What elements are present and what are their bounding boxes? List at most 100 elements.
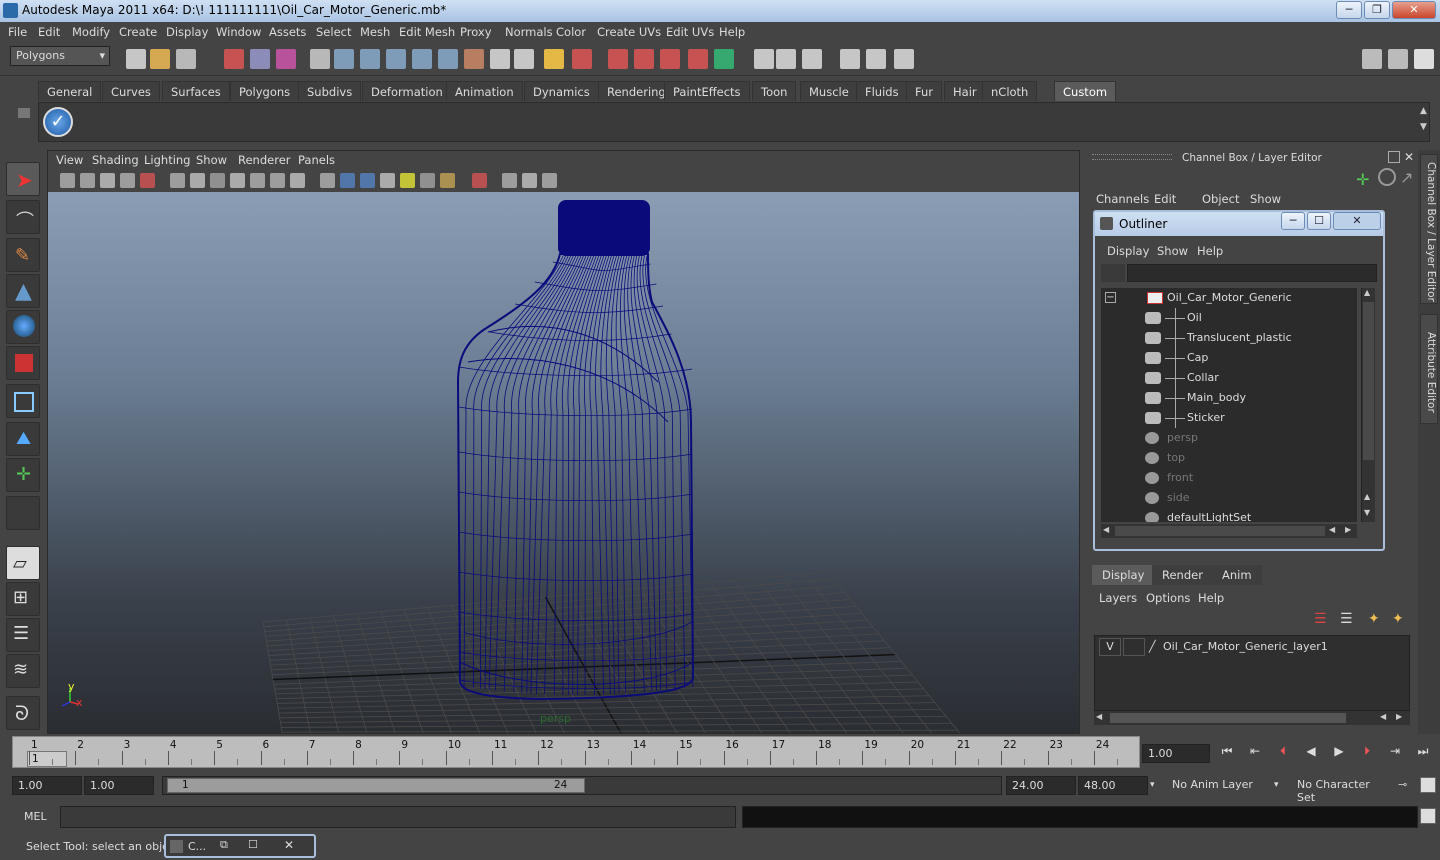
attributes-icon[interactable] — [840, 49, 860, 69]
render-icon[interactable] — [608, 49, 628, 69]
filter-icon[interactable] — [310, 49, 330, 69]
outliner-item[interactable]: persp — [1101, 428, 1357, 448]
scale-tool[interactable] — [6, 346, 40, 380]
play-backwards-button[interactable]: ◀ — [1302, 744, 1320, 762]
command-input[interactable] — [60, 806, 736, 828]
current-frame-marker[interactable]: 1 — [27, 751, 67, 767]
smooth-shade-icon[interactable] — [340, 173, 355, 188]
snap-grid-icon[interactable] — [334, 49, 354, 69]
range-slider[interactable]: 1 24 — [162, 776, 1002, 795]
go-to-end-button[interactable]: ⏭ — [1414, 744, 1432, 762]
menu-help[interactable]: Help — [719, 25, 745, 39]
viewport-menu-show[interactable]: Show — [196, 153, 227, 167]
tab-curves[interactable]: Curves — [102, 81, 160, 101]
outliner-horizontal-scrollbar[interactable]: ◀ ◀ ▶ — [1101, 524, 1357, 538]
make-live-icon[interactable] — [438, 49, 458, 69]
layer-row[interactable]: V ╱ Oil_Car_Motor_Generic_layer1 — [1095, 638, 1409, 656]
outliner-item[interactable]: − Oil_Car_Motor_Generic — [1101, 288, 1357, 308]
scroll-right-icon[interactable]: ▶ — [1345, 525, 1351, 534]
channel-icon[interactable] — [866, 49, 886, 69]
outliner-item[interactable]: Cap — [1101, 348, 1357, 368]
soft-mod-tool[interactable]: ⛰ — [6, 422, 40, 456]
selection-lock-icon[interactable] — [572, 49, 592, 69]
new-empty-layer-icon[interactable]: ☰ — [1340, 611, 1353, 627]
view-icon[interactable] — [776, 49, 796, 69]
scroll-up-icon[interactable]: ▲ — [1364, 288, 1370, 297]
restore-icon[interactable]: ⧉ — [220, 838, 228, 852]
wireframe-icon[interactable] — [320, 173, 335, 188]
universal-manipulator-tool[interactable] — [6, 384, 40, 418]
maximize-icon[interactable]: ☐ — [248, 838, 258, 851]
texture-icon[interactable] — [440, 173, 455, 188]
range-slider-handle[interactable]: 1 24 — [167, 778, 585, 793]
tab-display[interactable]: Display — [1092, 565, 1155, 585]
step-forward-key-button[interactable]: ⇥ — [1386, 744, 1404, 762]
layer-type-toggle[interactable] — [1123, 638, 1145, 656]
viewport-menu-panels[interactable]: Panels — [298, 153, 335, 167]
toggle-sidebar-icon[interactable] — [1362, 49, 1382, 69]
anim-end-field[interactable]: 48.00 — [1078, 776, 1148, 795]
scroll-left-icon[interactable]: ◀ — [1329, 525, 1335, 534]
xray-icon[interactable] — [502, 173, 517, 188]
step-forward-frame-button[interactable]: ⏵ — [1358, 744, 1376, 762]
tab-channel-box[interactable]: Channel Box / Layer Editor — [1420, 154, 1438, 304]
drag-handle[interactable] — [1092, 154, 1172, 160]
maximize-button[interactable]: ❐ — [1364, 1, 1390, 19]
layout-icon[interactable] — [894, 49, 914, 69]
checkmark-icon[interactable]: ✓ — [43, 107, 73, 137]
outliner-menu-show[interactable]: Show — [1157, 244, 1188, 258]
outliner-menu-display[interactable]: Display — [1107, 244, 1149, 258]
show-manipulator-tool[interactable]: ✛ — [6, 458, 40, 492]
outliner-item[interactable]: Collar — [1101, 368, 1357, 388]
channel-box-menu-object[interactable]: Object — [1202, 192, 1239, 206]
tab-painteffects[interactable]: PaintEffects — [664, 81, 750, 101]
paint-select-tool[interactable]: ✎ — [6, 238, 40, 272]
last-tool[interactable] — [6, 496, 40, 530]
outliner-item[interactable]: Translucent_plastic — [1101, 328, 1357, 348]
grid-toggle-icon[interactable] — [170, 173, 185, 188]
scroll-left-icon[interactable]: ◀ — [1103, 525, 1109, 534]
minimized-window[interactable]: C... ⧉ ☐ ✕ — [164, 834, 316, 858]
step-back-key-button[interactable]: ⇤ — [1246, 744, 1264, 762]
lock-icon[interactable] — [544, 49, 564, 69]
tab-animation[interactable]: Animation — [446, 81, 523, 101]
outliner-item[interactable]: front — [1101, 468, 1357, 488]
tab-surfaces[interactable]: Surfaces — [162, 81, 230, 101]
menu-select[interactable]: Select — [316, 25, 351, 39]
resolution-gate-icon[interactable] — [210, 173, 225, 188]
close-icon[interactable]: ✕ — [284, 838, 294, 852]
menu-edit-mesh[interactable]: Edit Mesh — [399, 25, 455, 39]
tab-anim[interactable]: Anim — [1212, 565, 1262, 585]
snap-curve-icon[interactable] — [360, 49, 380, 69]
scroll-left-icon[interactable]: ◀ — [1096, 712, 1102, 721]
pin-icon[interactable]: ↗ — [1400, 168, 1413, 187]
safe-action-icon[interactable] — [270, 173, 285, 188]
layer-visibility-toggle[interactable]: V — [1099, 638, 1121, 656]
attribute-editor-icon[interactable] — [1388, 49, 1408, 69]
outliner-vertical-scrollbar[interactable]: ▲ ▲ ▼ — [1361, 288, 1375, 522]
bookmark-icon[interactable] — [100, 173, 115, 188]
menu-set-select[interactable]: Polygons ▾ — [10, 46, 110, 66]
four-view-layout[interactable]: ⊞ — [6, 582, 40, 616]
select-component-icon[interactable] — [276, 49, 296, 69]
tab-dynamics[interactable]: Dynamics — [524, 81, 599, 101]
outliner-item[interactable]: Sticker — [1101, 408, 1357, 428]
image-plane-icon[interactable] — [120, 173, 135, 188]
move-tool[interactable]: ▲ — [6, 274, 40, 308]
outliner-item[interactable]: side — [1101, 488, 1357, 508]
menu-modify[interactable]: Modify — [72, 25, 110, 39]
menu-normals[interactable]: Normals — [505, 25, 553, 39]
menu-file[interactable]: File — [8, 25, 27, 39]
tab-ncloth[interactable]: nCloth — [982, 81, 1038, 101]
shadows-icon[interactable] — [420, 173, 435, 188]
help-icon[interactable] — [514, 49, 534, 69]
channel-box-menu-edit[interactable]: Edit — [1154, 192, 1176, 206]
viewport-menu-shading[interactable]: Shading — [92, 153, 139, 167]
graph-persp-layout[interactable]: ≋ — [6, 654, 40, 688]
menu-window[interactable]: Window — [216, 25, 261, 39]
rotate-tool[interactable] — [6, 310, 40, 344]
outliner-item[interactable]: Main_body — [1101, 388, 1357, 408]
layer-color-icon[interactable]: ╱ — [1149, 640, 1156, 653]
go-to-start-button[interactable]: ⏮ — [1218, 744, 1236, 762]
camera-icon[interactable] — [802, 49, 822, 69]
